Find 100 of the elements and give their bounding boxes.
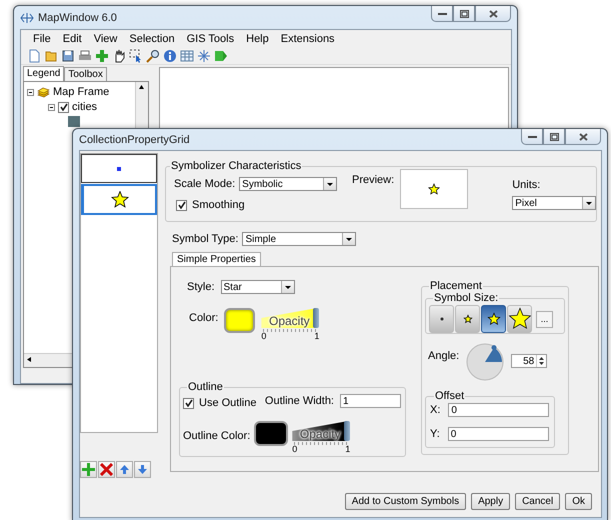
app-icon bbox=[20, 12, 34, 24]
dialog-button[interactable]: Cancel bbox=[515, 493, 560, 510]
angle-dial[interactable] bbox=[465, 342, 506, 382]
field-label: Symbol Type: bbox=[172, 233, 238, 245]
menu-item[interactable]: Extensions bbox=[274, 32, 341, 44]
field-label: Angle: bbox=[428, 350, 460, 362]
up-arrow-icon bbox=[119, 464, 130, 475]
scale-label: 0 bbox=[261, 332, 266, 341]
menu-item[interactable]: View bbox=[88, 32, 124, 44]
symbol-size-button[interactable] bbox=[481, 305, 506, 333]
caret-icon bbox=[582, 197, 596, 209]
select-icon[interactable] bbox=[129, 48, 143, 62]
add-button[interactable] bbox=[80, 461, 97, 478]
checkbox[interactable] bbox=[183, 398, 194, 408]
symbol-type-dropdown[interactable]: Simple bbox=[242, 232, 356, 246]
tree-item[interactable]: Map Frame bbox=[53, 86, 110, 98]
close-button[interactable] bbox=[565, 129, 601, 145]
window-title: CollectionPropertyGrid bbox=[79, 134, 190, 146]
slider-thumb[interactable] bbox=[313, 308, 320, 328]
symbol-size-button[interactable] bbox=[455, 305, 480, 333]
field-label: Outline Color: bbox=[183, 430, 250, 442]
close-icon bbox=[488, 10, 498, 18]
down-arrow-icon bbox=[137, 464, 148, 475]
menu-item[interactable]: GIS Tools bbox=[180, 32, 240, 44]
maximize-button[interactable] bbox=[453, 6, 475, 22]
minimize-icon bbox=[528, 134, 536, 138]
scale-label: 1 bbox=[314, 332, 320, 341]
group-title: Placement bbox=[429, 280, 483, 292]
plus-icon bbox=[82, 463, 95, 476]
minimize-button[interactable] bbox=[521, 129, 543, 145]
star-icon bbox=[428, 183, 440, 195]
info-icon[interactable] bbox=[163, 48, 177, 62]
tree-item[interactable]: cities bbox=[72, 101, 98, 113]
collapse-icon[interactable] bbox=[27, 88, 34, 96]
field-label: Y: bbox=[430, 428, 440, 440]
group-title: Outline bbox=[187, 381, 224, 393]
star-icon bbox=[110, 191, 128, 208]
move-down-button[interactable] bbox=[134, 461, 151, 478]
checkbox-label: Smoothing bbox=[192, 199, 245, 211]
field-label: Preview: bbox=[352, 174, 394, 188]
checkbox-label: Use Outline bbox=[199, 397, 256, 409]
window-title: MapWindow 6.0 bbox=[38, 12, 117, 24]
group-title: Offset bbox=[434, 390, 466, 402]
checkbox[interactable] bbox=[176, 200, 187, 210]
caret-icon bbox=[342, 233, 356, 245]
offset-y-field[interactable]: 0 bbox=[448, 427, 549, 441]
maximize-icon bbox=[550, 132, 558, 140]
tag-icon[interactable] bbox=[214, 48, 228, 62]
field-label: Scale Mode: bbox=[174, 178, 236, 190]
style-dropdown[interactable]: Star bbox=[220, 280, 295, 294]
menu-item[interactable]: Edit bbox=[56, 32, 88, 44]
outline-width-field[interactable]: 1 bbox=[340, 394, 401, 408]
table-icon[interactable] bbox=[180, 48, 194, 62]
zoom-icon[interactable] bbox=[146, 48, 160, 62]
minimize-icon bbox=[438, 12, 446, 16]
symbol-item[interactable] bbox=[81, 154, 157, 183]
tab[interactable]: Toolbox bbox=[64, 67, 107, 81]
color-swatch[interactable] bbox=[224, 308, 256, 333]
field-label: X: bbox=[430, 404, 440, 416]
scale-label: 1 bbox=[345, 445, 350, 454]
field-label: Style: bbox=[187, 281, 215, 293]
spin-arrows-icon[interactable] bbox=[536, 355, 546, 367]
angle-spinner[interactable]: 58 bbox=[511, 354, 548, 368]
slider-ticks bbox=[263, 329, 318, 332]
offset-x-field[interactable]: 0 bbox=[448, 403, 550, 417]
more-button[interactable]: ... bbox=[536, 310, 553, 328]
symbol-swatch bbox=[68, 116, 80, 127]
dialog-button[interactable]: Apply bbox=[471, 493, 510, 510]
symbol-size-button[interactable] bbox=[507, 305, 532, 333]
menu-item[interactable]: Help bbox=[240, 32, 275, 44]
delete-icon bbox=[100, 463, 113, 476]
field-label: Outline Width: bbox=[264, 395, 334, 407]
dialog-button[interactable]: Add to Custom Symbols bbox=[344, 493, 466, 510]
menu-item[interactable]: File bbox=[27, 32, 57, 44]
star-icon bbox=[462, 314, 472, 324]
caret-icon bbox=[323, 178, 336, 190]
checkbox[interactable] bbox=[58, 102, 69, 112]
color-swatch[interactable] bbox=[254, 421, 288, 446]
tab[interactable]: Legend bbox=[23, 66, 64, 81]
move-up-button[interactable] bbox=[116, 461, 133, 478]
close-button[interactable] bbox=[475, 6, 511, 22]
collapse-icon[interactable] bbox=[48, 104, 55, 110]
new-page-icon[interactable] bbox=[27, 48, 41, 62]
minimize-button[interactable] bbox=[431, 6, 453, 22]
printer-icon[interactable] bbox=[78, 48, 92, 62]
tab[interactable]: Simple Properties bbox=[172, 252, 261, 266]
menu-item[interactable]: Selection bbox=[123, 32, 181, 44]
scale-mode-dropdown[interactable]: Symbolic bbox=[239, 177, 338, 191]
field-label: Color: bbox=[189, 312, 218, 324]
caret-icon bbox=[280, 281, 294, 293]
save-icon[interactable] bbox=[61, 48, 75, 62]
maximize-button[interactable] bbox=[543, 129, 565, 145]
units-dropdown[interactable]: Pixel bbox=[512, 196, 596, 210]
slider-thumb[interactable] bbox=[344, 421, 350, 441]
square-icon bbox=[117, 166, 121, 170]
sparkle-icon[interactable] bbox=[197, 48, 211, 62]
dot-icon bbox=[440, 317, 444, 321]
delete-button[interactable] bbox=[98, 461, 115, 478]
slider-ticks bbox=[294, 442, 348, 445]
dialog-button[interactable]: Ok bbox=[565, 493, 592, 510]
